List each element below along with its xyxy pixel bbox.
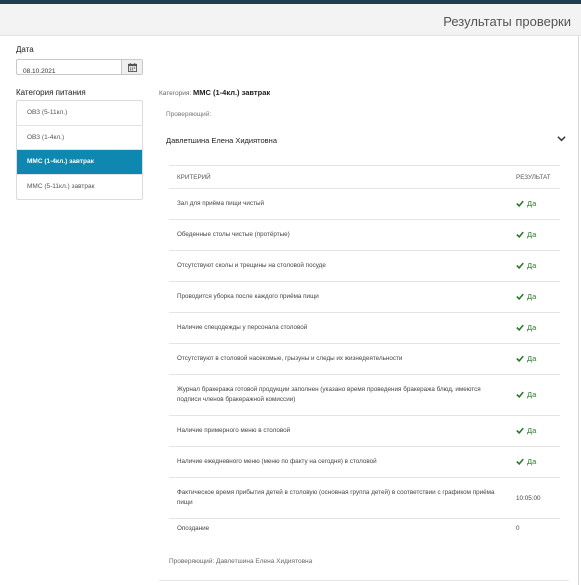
result-yes: Да <box>516 261 536 270</box>
result-yes: Да <box>516 457 536 466</box>
result-cell: Да <box>516 312 560 344</box>
result-yes: Да <box>516 230 536 239</box>
inspector-accordion[interactable]: Давлетшина Елена Хидиятовна <box>166 130 566 150</box>
check-icon <box>516 231 524 238</box>
result-cell: Да <box>516 343 560 375</box>
result-cell: Да <box>516 374 560 416</box>
footer-divider <box>159 580 569 581</box>
result-cell: Да <box>516 281 560 313</box>
result-text: 10:05:00 <box>516 494 541 502</box>
calendar-icon <box>127 62 137 72</box>
inspector-name: Давлетшина Елена Хидиятовна <box>166 136 277 145</box>
criterion-cell: Наличие примерного меню в столовой <box>169 415 516 447</box>
criterion-cell: Зал для приёма пищи чистый <box>169 188 516 220</box>
check-icon <box>516 458 524 465</box>
calendar-button[interactable] <box>121 60 142 74</box>
table-row: Журнал бракеража готовой продукции запол… <box>169 374 560 416</box>
criterion-cell: Отсутствуют сколы и трещины на столовой … <box>169 250 516 282</box>
frame-divider <box>578 36 579 585</box>
page-header: Результаты проверки <box>0 4 581 36</box>
category-item[interactable]: ММС (1-4кл.) завтрак <box>17 150 142 175</box>
criterion-cell: Проводится уборка после каждого приёма п… <box>169 281 516 313</box>
result-yes: Да <box>516 390 536 399</box>
category-label: Категория питания <box>16 88 86 97</box>
result-cell: Да <box>516 219 560 251</box>
table-row: Наличие спецодежды у персонала столовой Д… <box>169 312 560 344</box>
result-cell: 0 <box>516 518 560 539</box>
page-title: Результаты проверки <box>443 14 571 29</box>
table-header-row: КРИТЕРИЙ РЕЗУЛЬТАТ <box>169 165 560 189</box>
result-text: Да <box>527 426 537 435</box>
result-text: Да <box>527 292 537 301</box>
check-icon <box>516 262 524 269</box>
category-prefix: Категория: <box>159 90 192 97</box>
footer-inspector: Проверяющий: Давлетшина Елена Хидиятовна <box>169 558 313 565</box>
result-text: Да <box>527 323 537 332</box>
check-icon <box>516 200 524 207</box>
result-text: Да <box>527 457 537 466</box>
check-icon <box>516 355 524 362</box>
category-value: ММС (1-4кл.) завтрак <box>193 88 271 97</box>
result-text: Да <box>527 354 537 363</box>
table-row: Наличие примерного меню в столовой Да <box>169 415 560 447</box>
result-text: Да <box>527 261 537 270</box>
check-icon <box>516 324 524 331</box>
table-row: Отсутствуют в столовой насекомые, грызун… <box>169 343 560 375</box>
result-yes: Да <box>516 323 536 332</box>
result-text: Да <box>527 390 537 399</box>
criterion-cell: Наличие ежедневного меню (меню по факту … <box>169 446 516 478</box>
result-cell: 10:05:00 <box>516 477 560 519</box>
selected-category: Категория: ММС (1-4кл.) завтрак <box>159 88 270 97</box>
chevron-down-icon[interactable] <box>557 135 566 142</box>
criterion-header: КРИТЕРИЙ <box>169 165 516 189</box>
table-row: Отсутствуют сколы и трещины на столовой … <box>169 250 560 282</box>
result-yes: Да <box>516 354 536 363</box>
table-row: Зал для приёма пищи чистый Да <box>169 188 560 220</box>
result-text: Да <box>527 199 537 208</box>
date-picker[interactable] <box>16 59 143 79</box>
criterion-cell: Наличие спецодежды у персонала столовой <box>169 312 516 344</box>
result-cell: Да <box>516 446 560 478</box>
criterion-cell: Опоздание <box>169 518 516 539</box>
result-cell: Да <box>516 415 560 447</box>
date-label: Дата <box>16 45 34 54</box>
criterion-cell: Обеденные столы чистые (протёртые) <box>169 219 516 251</box>
result-header: РЕЗУЛЬТАТ <box>516 165 560 189</box>
date-input[interactable] <box>17 64 121 79</box>
result-yes: Да <box>516 426 536 435</box>
table-row: Обеденные столы чистые (протёртые) Да <box>169 219 560 251</box>
result-text: 0 <box>516 525 520 533</box>
result-yes: Да <box>516 292 536 301</box>
check-icon <box>516 293 524 300</box>
criterion-cell: Журнал бракеража готовой продукции запол… <box>169 374 516 416</box>
criteria-table: КРИТЕРИЙ РЕЗУЛЬТАТ Зал для приёма пищи ч… <box>169 165 560 539</box>
category-item[interactable]: ММС (5-11кл.) завтрак <box>17 175 142 200</box>
inspector-label: Проверяющий: <box>166 111 212 118</box>
category-item[interactable]: ОВЗ (5-11кл.) <box>17 101 142 126</box>
table-row: Фактическое время прибытия детей в столо… <box>169 477 560 519</box>
result-cell: Да <box>516 250 560 282</box>
category-item[interactable]: ОВЗ (1-4кл.) <box>17 126 142 150</box>
check-icon <box>516 391 524 398</box>
result-yes: Да <box>516 199 536 208</box>
result-cell: Да <box>516 188 560 220</box>
table-row: Наличие ежедневного меню (меню по факту … <box>169 446 560 478</box>
category-list: ОВЗ (5-11кл.) ОВЗ (1-4кл.) ММС (1-4кл.) за… <box>16 100 143 200</box>
result-text: Да <box>527 230 537 239</box>
table-row: Опоздание 0 <box>169 518 560 539</box>
table-row: Проводится уборка после каждого приёма п… <box>169 281 560 313</box>
check-icon <box>516 427 524 434</box>
criterion-cell: Отсутствуют в столовой насекомые, грызун… <box>169 343 516 375</box>
criterion-cell: Фактическое время прибытия детей в столо… <box>169 477 516 519</box>
